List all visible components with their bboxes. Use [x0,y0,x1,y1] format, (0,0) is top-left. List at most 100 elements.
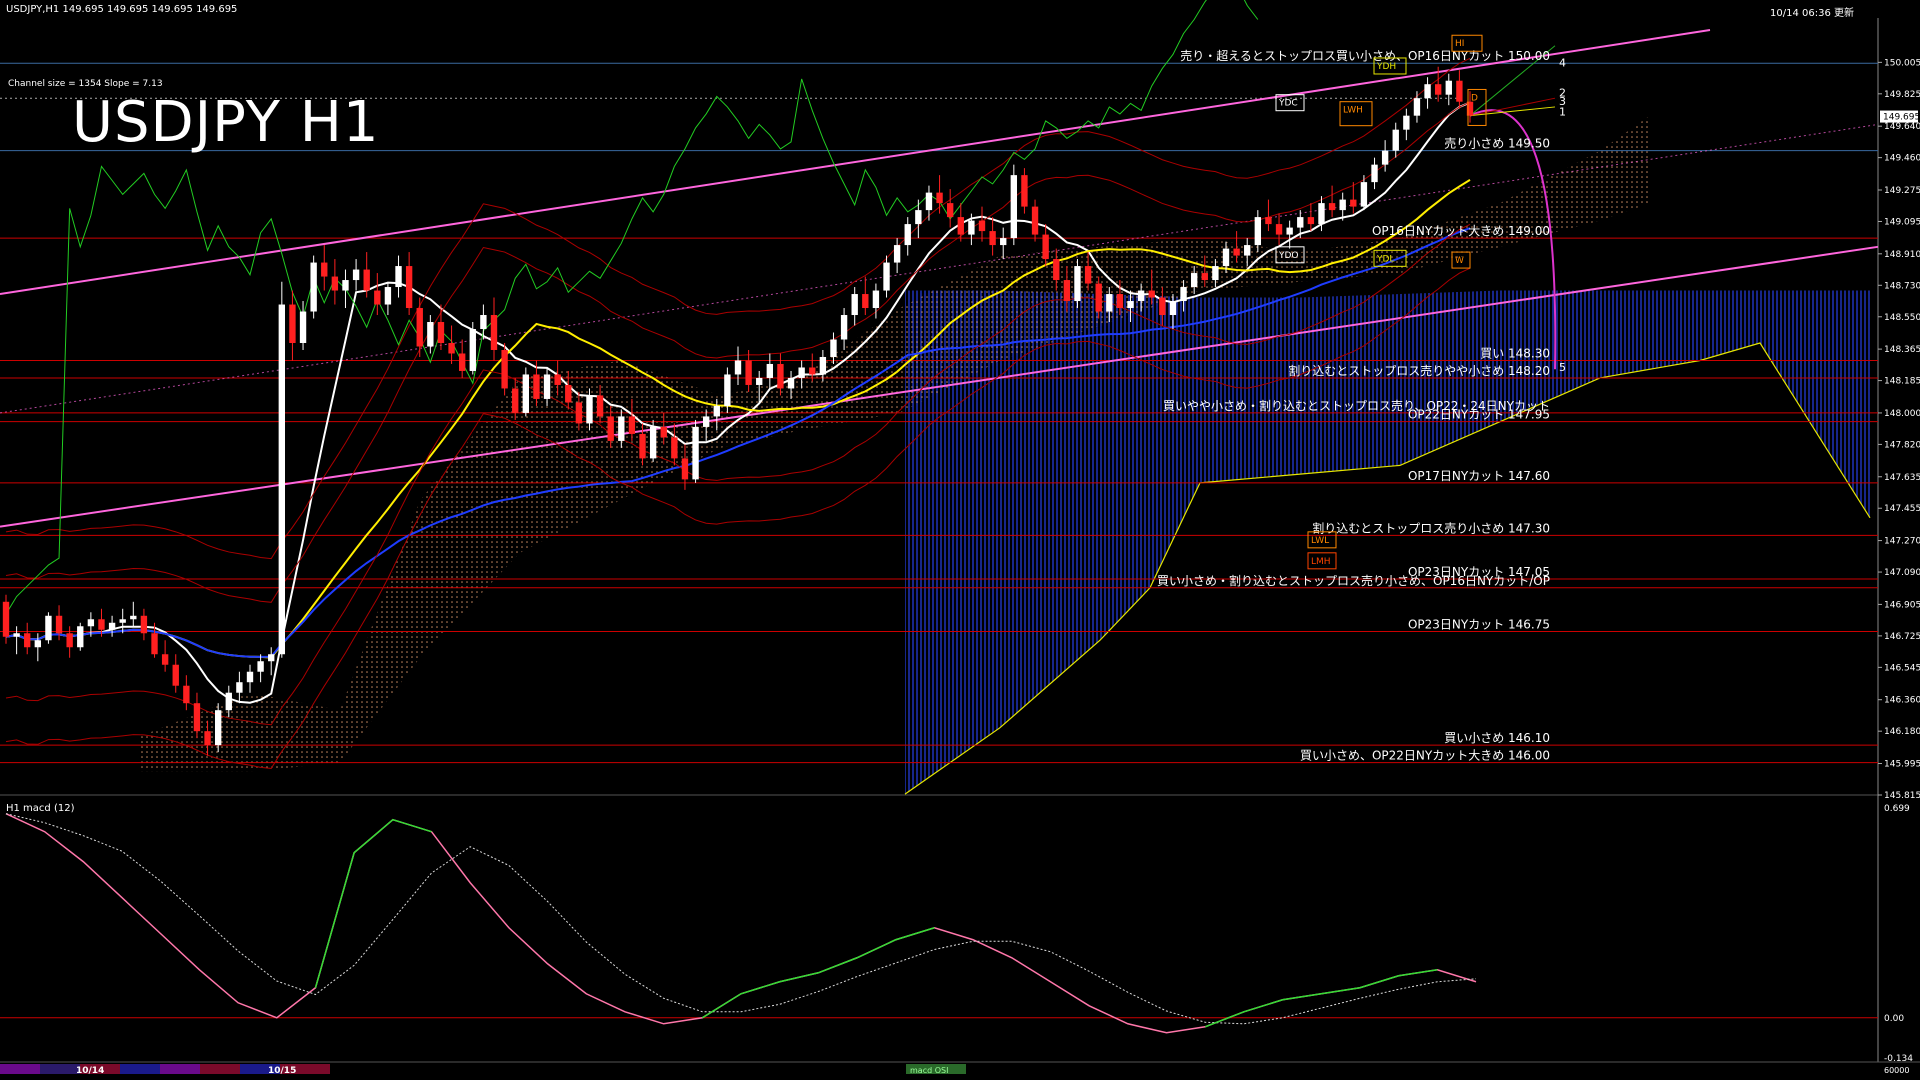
macd-up-seg [314,818,432,988]
candle [1456,70,1463,109]
candle [268,647,275,676]
candle-body [1233,248,1240,256]
candle [1074,259,1081,309]
candle-body [236,682,243,693]
candle-body [565,384,572,403]
update-time: 10/14 06:36 更新 [1770,8,1854,19]
candle-body [172,664,179,686]
y-tick-label: 150.005 [1884,58,1920,68]
y-tick-label: 147.820 [1884,440,1920,450]
candle-body [1212,266,1219,281]
candle-body [331,276,339,291]
candle-body [246,671,254,683]
candle-body [1095,283,1102,312]
candle-body [1190,273,1198,288]
candle [883,255,890,298]
candle [66,626,73,658]
candle [257,654,264,683]
candle [108,615,116,637]
ref-box-label: YDO [1278,251,1299,261]
candle-body [766,363,774,378]
candle-body [1106,294,1113,312]
forecast-2 [1469,97,1556,117]
candle-body [395,266,402,288]
ref-box-label: LWL [1311,536,1329,546]
ref-box-label: W [1455,256,1464,266]
y-tick-label: 147.090 [1884,568,1920,578]
candle [862,276,869,316]
candle-body [915,210,922,225]
candle-body [119,619,126,623]
candle-body [405,266,413,309]
candle [77,622,84,651]
candle-body [1063,280,1071,302]
candle-body [342,280,349,291]
ref-box-label: D [1471,93,1478,103]
wave-label: 5 [1559,361,1566,374]
candle [893,238,901,274]
candle-body [1403,115,1410,130]
candle [45,612,52,644]
candle-body [862,294,869,309]
candle-body [1275,224,1283,235]
candle-body [904,224,911,246]
candle-body [1074,266,1081,302]
candle [1010,164,1018,246]
candle-body [946,203,954,218]
y-tick-label: 148.365 [1884,345,1920,355]
candle [1265,199,1272,232]
candle [925,185,933,221]
candle-body [1456,80,1463,102]
candle-body [55,615,63,634]
chart-window: { "header": { "symbol_line": "USDJPY,H1 … [0,0,1920,1080]
y-tick-label: 146.545 [1884,663,1920,673]
candle-body [45,615,52,641]
candle-body [480,315,487,330]
candle-body [618,416,625,441]
candle-body [448,342,455,354]
candle [405,252,413,316]
candle-body [883,262,890,291]
candle-body [1244,245,1251,256]
candle [1445,73,1452,106]
candle-body [1318,203,1325,225]
ref-box-label: YDH [1376,62,1396,72]
candle [1286,220,1293,249]
y-tick-label: 146.905 [1884,600,1920,610]
candle-body [1297,217,1304,228]
candle-body [1053,259,1060,281]
candle-body [1350,199,1357,207]
wave-label: 1 [1559,106,1566,119]
macd-tick-label: 0.00 [1884,1014,1904,1024]
candle-body [437,322,445,343]
candle-body [893,245,901,263]
candle [395,255,402,298]
candle [851,287,858,326]
candle-body [671,437,678,459]
candle-body [416,308,423,347]
candle [246,664,254,693]
candle-body [1360,182,1368,207]
candle-body [798,367,805,378]
candle-body [13,633,20,637]
level-label: OP22日NYカット 147.95 [1408,408,1550,422]
candle [1307,203,1315,232]
y-tick-label: 145.815 [1884,791,1920,801]
candle-body [575,402,583,424]
candle [1381,140,1389,172]
candle-body [77,626,84,648]
candle [374,273,381,316]
candle-body [1222,248,1230,267]
candle-body [1169,301,1177,316]
candle [214,703,222,753]
candle [352,259,360,291]
candle-body [925,192,933,211]
level-label: 買い小さめ、OP22日NYカット大きめ 146.00 [1300,749,1550,763]
y-tick-label: 149.275 [1884,186,1920,196]
y-tick-label: 148.730 [1884,281,1920,291]
candle-body [469,329,476,371]
candle-body [1148,290,1155,298]
candle-body [352,269,360,281]
candle [2,594,10,644]
candle [1000,227,1007,260]
